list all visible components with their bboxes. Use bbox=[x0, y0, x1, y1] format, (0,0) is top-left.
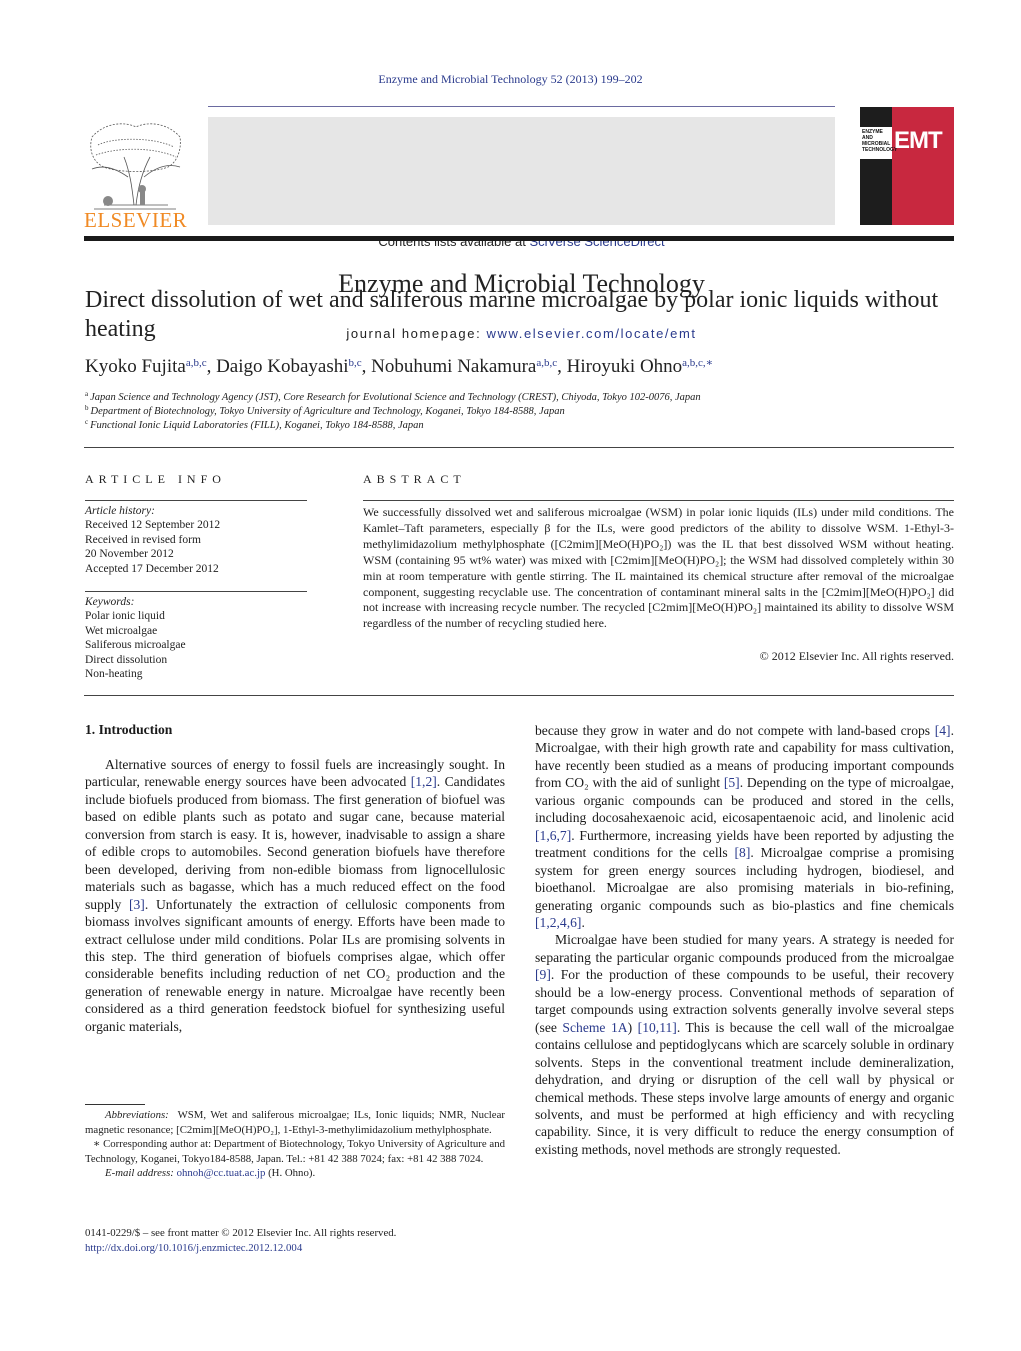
citation-link[interactable]: [1,6,7] bbox=[535, 828, 571, 843]
author-name: Nobuhumi Nakamura bbox=[371, 356, 537, 377]
elsevier-logo-text: ELSEVIER bbox=[84, 208, 188, 232]
keyword: Saliferous microalgae bbox=[85, 639, 186, 652]
citation-link[interactable]: Scheme 1A bbox=[562, 1020, 627, 1035]
keyword: Direct dissolution bbox=[85, 653, 168, 666]
section-divider bbox=[84, 447, 954, 448]
article-info-heading: ARTICLE INFO bbox=[85, 472, 226, 486]
cover-line: TECHNOLOGY bbox=[862, 147, 898, 153]
history-item: 20 November 2012 bbox=[85, 548, 174, 561]
email-link[interactable]: ohnoh@cc.tuat.ac.jp bbox=[177, 1167, 266, 1179]
footnote-rule bbox=[85, 1104, 145, 1105]
affiliation-text: Department of Biotechnology, Tokyo Unive… bbox=[90, 406, 565, 417]
author-affil-marks[interactable]: a,b,c,∗ bbox=[682, 357, 713, 369]
keyword: Wet microalgae bbox=[85, 624, 158, 637]
paragraph: Microalgae have been studied for many ye… bbox=[535, 931, 954, 1158]
front-matter: 0141-0229/$ – see front matter © 2012 El… bbox=[85, 1226, 396, 1256]
history-item: Received in revised form bbox=[85, 533, 201, 546]
issn-line: 0141-0229/$ – see front matter © 2012 El… bbox=[85, 1227, 397, 1239]
history-item: Accepted 17 December 2012 bbox=[85, 562, 219, 575]
running-head[interactable]: Enzyme and Microbial Technology 52 (2013… bbox=[0, 72, 1021, 87]
citation-link[interactable]: [9] bbox=[535, 967, 551, 982]
history-item: Received 12 September 2012 bbox=[85, 519, 221, 532]
affiliation-mark: a bbox=[85, 390, 89, 398]
affiliation: b Department of Biotechnology, Tokyo Univ… bbox=[85, 404, 565, 417]
keyword: Polar ionic liquid bbox=[85, 610, 165, 623]
cover-abbrev: EMT bbox=[894, 127, 943, 154]
author-affil-marks[interactable]: a,b,c bbox=[536, 357, 557, 369]
body-text: . This is because the cell wall of the m… bbox=[535, 1019, 954, 1157]
body-text: . Unfortunately the extraction of cellul… bbox=[85, 896, 505, 1034]
cover-line: ENZYME AND bbox=[862, 129, 883, 141]
abbreviations-label: Abbreviations: bbox=[105, 1109, 169, 1121]
citation-link[interactable]: [1,2,4,6] bbox=[535, 915, 581, 930]
citation-link[interactable]: [10,11] bbox=[638, 1020, 677, 1035]
body-text: Microalgae have been studied for many ye… bbox=[535, 932, 954, 965]
citation-link[interactable]: [4] bbox=[935, 723, 951, 738]
keywords-label: Keywords: bbox=[85, 596, 135, 608]
body-text: ) bbox=[627, 1019, 638, 1035]
abstract-copyright: © 2012 Elsevier Inc. All rights reserved… bbox=[759, 649, 954, 663]
paragraph: Alternative sources of energy to fossil … bbox=[85, 756, 505, 1035]
paragraph: because they grow in water and do not co… bbox=[535, 722, 954, 931]
journal-cover-thumbnail[interactable]: ENZYME AND MICROBIAL TECHNOLOGY EMT bbox=[860, 107, 954, 225]
article-title: Direct dissolution of wet and saliferous… bbox=[85, 287, 939, 342]
abstract-heading: ABSTRACT bbox=[363, 472, 466, 486]
citation-link[interactable]: [1,2] bbox=[411, 774, 437, 789]
body-text: . bbox=[581, 914, 585, 930]
author-name: Daigo Kobayashi bbox=[216, 356, 349, 377]
affiliation: c Functional Ionic Liquid Laboratories (F… bbox=[85, 418, 424, 431]
keyword: Non-heating bbox=[85, 668, 143, 681]
body-column-left: Alternative sources of energy to fossil … bbox=[85, 756, 505, 1035]
footnotes: Abbreviations: WSM, Wet and saliferous m… bbox=[85, 1108, 505, 1181]
header-rule bbox=[208, 106, 835, 107]
email-suffix: (H. Ohno). bbox=[265, 1167, 316, 1179]
citation-link[interactable]: [5] bbox=[724, 775, 740, 790]
author-name: Hiroyuki Ohno bbox=[566, 356, 683, 377]
affiliation-text: Functional Ionic Liquid Laboratories (FI… bbox=[90, 420, 424, 431]
affiliation-text: Japan Science and Technology Agency (JST… bbox=[90, 392, 701, 403]
author-list: Kyoko Fujitaa,b,c, Daigo Kobayashib,c, N… bbox=[85, 356, 714, 377]
keywords: Keywords: Polar ionic liquid Wet microal… bbox=[85, 595, 186, 681]
cover-red-panel bbox=[892, 107, 954, 225]
corresponding-author-note: ∗ Corresponding author at: Department of… bbox=[85, 1138, 505, 1165]
affiliation: a Japan Science and Technology Agency (JS… bbox=[85, 390, 701, 403]
author-affil-marks[interactable]: b,c bbox=[349, 357, 362, 369]
email-label: E-mail address: bbox=[105, 1167, 174, 1179]
citation-link[interactable]: [8] bbox=[735, 845, 751, 860]
body-text: . Candidates include biofuels produced f… bbox=[85, 774, 505, 912]
doi-link[interactable]: http://dx.doi.org/10.1016/j.enzmictec.20… bbox=[85, 1241, 396, 1256]
affiliation-mark: c bbox=[85, 418, 89, 426]
body-column-right: because they grow in water and do not co… bbox=[535, 722, 954, 1158]
body-text: because they grow in water and do not co… bbox=[535, 723, 935, 738]
header-thick-rule bbox=[84, 236, 954, 241]
section-heading-introduction: 1. Introduction bbox=[85, 722, 173, 737]
author-affil-marks[interactable]: a,b,c bbox=[186, 357, 207, 369]
keywords-rule bbox=[85, 591, 307, 592]
abstract-text: We successfully dissolved wet and salife… bbox=[363, 505, 954, 631]
section-divider bbox=[84, 695, 954, 696]
abstract-rule bbox=[363, 500, 954, 501]
cover-journal-label: ENZYME AND MICROBIAL TECHNOLOGY bbox=[860, 127, 898, 159]
citation-link[interactable]: [3] bbox=[129, 897, 145, 912]
article-history: Article history: Received 12 September 2… bbox=[85, 504, 220, 576]
article-info-rule bbox=[85, 500, 307, 501]
author-name: Kyoko Fujita bbox=[85, 356, 186, 377]
history-label: Article history: bbox=[85, 505, 155, 517]
affiliation-mark: b bbox=[85, 404, 89, 412]
journal-banner: Contents lists available at SciVerse Sci… bbox=[208, 117, 835, 341]
